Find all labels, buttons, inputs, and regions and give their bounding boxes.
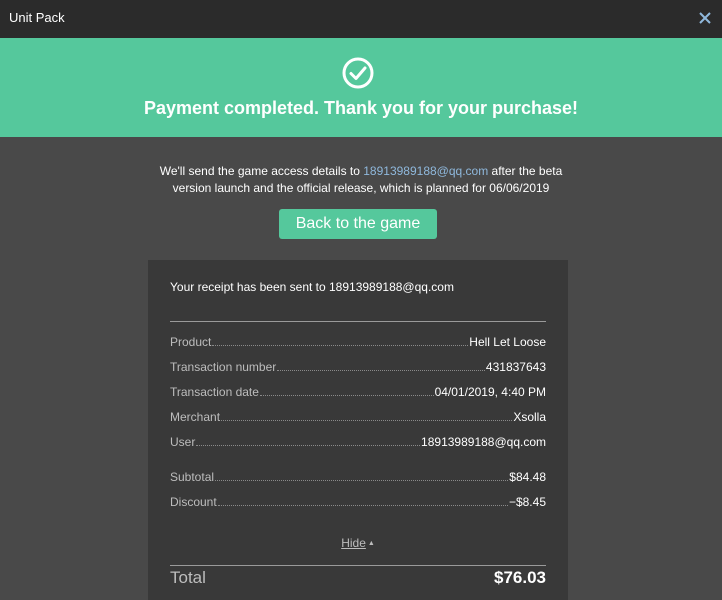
row-label: Transaction number: [170, 360, 277, 374]
row-value: Hell Let Loose: [469, 335, 546, 349]
row-value: $84.48: [509, 470, 546, 484]
row-label: Transaction date: [170, 385, 259, 399]
receipt-row-transaction-date: Transaction date 04/01/2019, 4:40 PM: [170, 383, 546, 399]
success-banner: Payment completed. Thank you for your pu…: [0, 38, 722, 137]
row-label: Merchant: [170, 410, 221, 424]
dotted-leader: [221, 420, 513, 421]
receipt-row-subtotal: Subtotal $84.48: [170, 468, 546, 484]
caret-up-icon: ▲: [367, 540, 375, 547]
dotted-leader: [212, 345, 469, 346]
payment-success-message: Payment completed. Thank you for your pu…: [143, 98, 579, 118]
row-label: Product: [170, 335, 212, 349]
row-label: Discount: [170, 495, 217, 509]
receipt-row-discount: Discount −$8.45: [170, 493, 546, 509]
receipt-row-transaction-number: Transaction number 431837643: [170, 358, 546, 374]
receipt-row-product: Product Hell Let Loose: [170, 333, 546, 349]
receipt-panel: Your receipt has been sent to 1891398918…: [148, 260, 568, 600]
row-value: −$8.45: [508, 495, 546, 509]
row-value: Xsolla: [513, 410, 546, 424]
hide-details-link[interactable]: Hide ▲: [148, 536, 568, 550]
total-divider: [170, 565, 546, 566]
row-label: Subtotal: [170, 470, 215, 484]
total-label: Total: [170, 568, 206, 587]
receipt-row-user: User 18913989188@qq.com: [170, 433, 546, 449]
row-value: 18913989188@qq.com: [421, 435, 546, 449]
dotted-leader: [217, 505, 508, 506]
row-value: 431837643: [485, 360, 546, 374]
title-bar: Unit Pack: [0, 0, 722, 38]
receipt-divider: [170, 321, 546, 322]
dotted-leader: [196, 445, 421, 446]
row-label: User: [170, 435, 196, 449]
notice-text-before: We'll send the game access details to: [159, 164, 364, 178]
close-icon[interactable]: [694, 7, 716, 29]
back-to-game-button[interactable]: Back to the game: [279, 209, 437, 239]
notice-email-link[interactable]: 18913989188@qq.com: [363, 164, 488, 178]
dotted-leader: [215, 480, 509, 481]
receipt-row-merchant: Merchant Xsolla: [170, 408, 546, 424]
row-value: 04/01/2019, 4:40 PM: [434, 385, 546, 399]
check-circle-icon: [342, 57, 374, 89]
access-details-notice: We'll send the game access details to 18…: [140, 163, 582, 197]
hide-label: Hide: [341, 536, 366, 550]
window-title: Unit Pack: [9, 10, 65, 25]
dotted-leader: [259, 395, 434, 396]
total-value: $76.03: [494, 568, 546, 587]
dotted-leader: [277, 370, 485, 371]
receipt-sent-text: Your receipt has been sent to 1891398918…: [170, 280, 454, 294]
receipt-total-row: Total $76.03: [170, 568, 546, 588]
